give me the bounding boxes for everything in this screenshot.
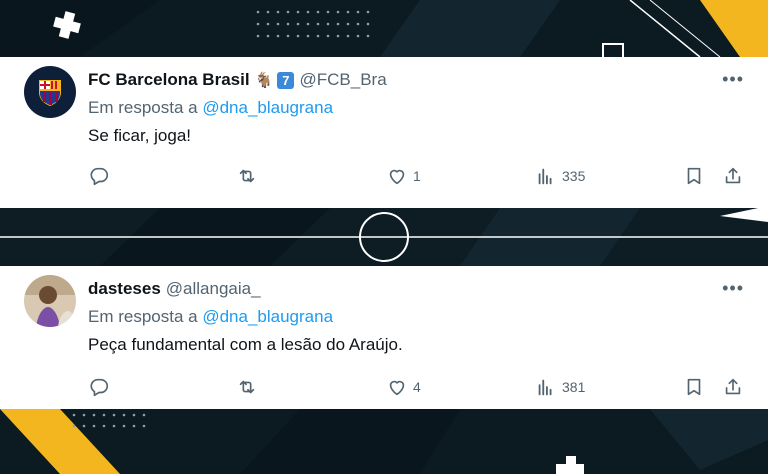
bookmark-icon <box>687 378 701 396</box>
views-button[interactable]: 335 <box>535 165 585 187</box>
author-display-name[interactable]: FC Barcelona Brasil <box>88 70 250 90</box>
retweet-button[interactable] <box>236 376 258 398</box>
retweet-icon <box>239 169 255 183</box>
heart-icon <box>389 380 405 396</box>
retweet-icon <box>239 380 255 394</box>
reply-prefix: Em resposta a <box>88 307 198 326</box>
like-button[interactable]: 4 <box>386 376 421 398</box>
reply-icon <box>90 167 109 186</box>
like-count: 1 <box>413 168 421 184</box>
tweet-text: Peça fundamental com a lesão do Araújo. <box>88 335 403 354</box>
reply-button[interactable] <box>88 165 110 187</box>
bookmark-button[interactable] <box>683 165 705 187</box>
author-row: dasteses @allangaia_ <box>88 279 261 299</box>
author-row: FC Barcelona Brasil 🐐 7 @FCB_Bra <box>88 70 387 90</box>
share-button[interactable] <box>722 165 744 187</box>
share-icon <box>725 378 741 395</box>
number-badge: 7 <box>277 71 295 89</box>
avatar[interactable] <box>24 66 76 118</box>
like-count: 4 <box>413 379 421 395</box>
reply-mention-link[interactable]: @dna_blaugrana <box>202 98 333 117</box>
views-button[interactable]: 381 <box>535 376 585 398</box>
user-photo-icon <box>24 275 76 327</box>
analytics-icon <box>538 168 552 185</box>
heart-icon <box>389 169 405 185</box>
like-button[interactable]: 1 <box>386 165 421 187</box>
author-handle[interactable]: @allangaia_ <box>166 279 261 299</box>
tweet-text: Se ficar, joga! <box>88 126 192 145</box>
tweet-card[interactable]: dasteses @allangaia_ ••• Em resposta a @… <box>0 266 768 409</box>
more-options-icon[interactable]: ••• <box>722 69 744 90</box>
share-icon <box>725 167 741 184</box>
retweet-button[interactable] <box>236 165 258 187</box>
view-count: 381 <box>562 379 586 395</box>
reply-prefix: Em resposta a <box>88 98 198 117</box>
reply-button[interactable] <box>88 376 110 398</box>
reply-icon <box>90 378 109 397</box>
analytics-icon <box>538 379 552 396</box>
more-options-icon[interactable]: ••• <box>722 278 744 299</box>
bookmark-button[interactable] <box>683 376 705 398</box>
avatar[interactable] <box>24 275 76 327</box>
author-handle[interactable]: @FCB_Bra <box>299 70 386 90</box>
view-count: 335 <box>562 168 586 184</box>
barcelona-crest-icon <box>24 66 76 118</box>
tweet-card[interactable]: FC Barcelona Brasil 🐐 7 @FCB_Bra ••• Em … <box>0 57 768 208</box>
reply-mention-link[interactable]: @dna_blaugrana <box>202 307 333 326</box>
goat-emoji-icon: 🐐 <box>254 72 274 89</box>
reply-context: Em resposta a @dna_blaugrana <box>88 98 333 118</box>
share-button[interactable] <box>722 376 744 398</box>
author-display-name[interactable]: dasteses <box>88 279 161 299</box>
bookmark-icon <box>687 167 701 185</box>
reply-context: Em resposta a @dna_blaugrana <box>88 307 333 327</box>
